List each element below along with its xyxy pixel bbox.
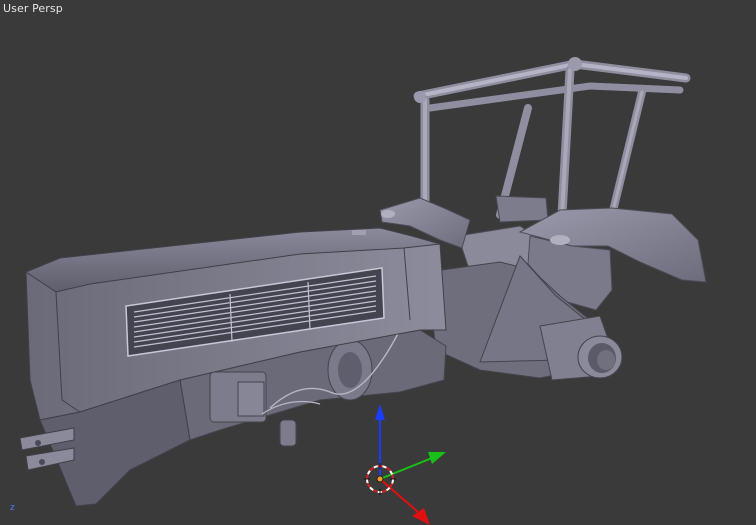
origin-marker-icon [376, 475, 384, 483]
navigation-axis-label-z: z [10, 503, 15, 513]
rollover-frame [413, 57, 691, 220]
3d-viewport[interactable]: User Persp z [0, 0, 756, 525]
tractor-model[interactable] [0, 0, 756, 525]
transform-gizmo[interactable] [375, 404, 446, 525]
